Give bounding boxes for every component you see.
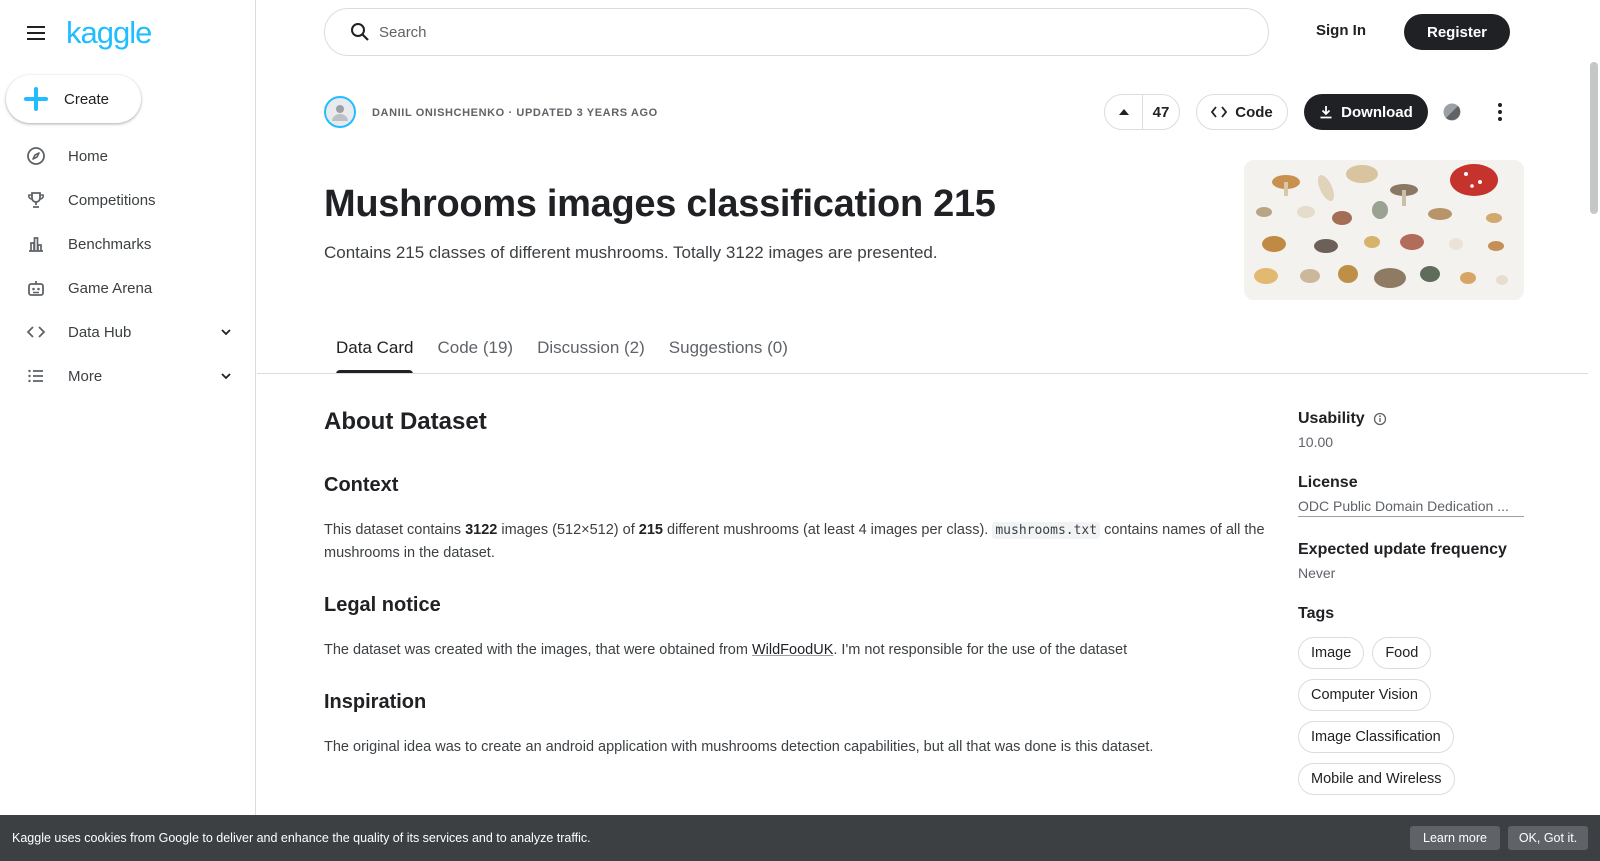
cookie-ok-button[interactable]: OK, Got it. (1508, 826, 1588, 850)
list-icon (26, 366, 46, 386)
learn-more-button[interactable]: Learn more (1410, 826, 1500, 850)
filename-code: mushrooms.txt (992, 522, 1101, 539)
download-icon (1320, 106, 1332, 119)
context-heading: Context (324, 474, 399, 496)
legal-heading: Legal notice (324, 594, 441, 616)
dataset-cover-image (1244, 160, 1524, 300)
code-button[interactable]: Code (1196, 94, 1288, 130)
upvote-button[interactable] (1105, 95, 1143, 129)
plus-icon (22, 85, 50, 113)
sidebar-item-more[interactable]: More (0, 354, 256, 398)
sidebar-item-home[interactable]: Home (0, 134, 256, 178)
user-avatar-icon (332, 105, 348, 121)
dataset-byline[interactable]: DANIIL ONISHCHENKO · UPDATED 3 YEARS AGO (372, 107, 658, 119)
legal-paragraph: The dataset was created with the images,… (324, 642, 1128, 658)
code-button-label: Code (1235, 103, 1273, 121)
sidebar-item-benchmarks[interactable]: Benchmarks (0, 222, 256, 266)
page-subtitle: Contains 215 classes of different mushro… (324, 243, 938, 262)
sidebar: kaggle Create Home Competitions Benchmar… (0, 0, 256, 861)
robot-icon (26, 278, 46, 298)
avatar[interactable] (324, 96, 356, 128)
trophy-icon (26, 190, 46, 210)
sidebar-item-label: Home (68, 147, 109, 165)
wildfooduk-link[interactable]: WildFoodUK (752, 642, 833, 658)
sidebar-nav: Home Competitions Benchmarks Game Arena … (0, 134, 256, 398)
chevron-down-icon[interactable] (218, 324, 234, 340)
caret-up-icon (1118, 109, 1129, 115)
tag-chip[interactable]: Food (1372, 637, 1432, 669)
page-title: Mushrooms images classification 215 (324, 183, 996, 225)
tag-list: Image Food Computer Vision Image Classif… (1298, 637, 1524, 795)
cookie-banner: Kaggle uses cookies from Google to deliv… (0, 815, 1600, 861)
tags-label: Tags (1298, 605, 1335, 622)
search-icon (351, 23, 369, 41)
sidebar-item-label: Data Hub (68, 323, 132, 341)
theme-toggle-icon[interactable] (1442, 102, 1462, 122)
page-scrollbar[interactable] (1590, 62, 1598, 214)
vote-count[interactable]: 47 (1143, 104, 1179, 121)
tag-chip[interactable]: Image Classification (1298, 721, 1454, 753)
code-brackets-icon (26, 322, 46, 342)
tab-data-card[interactable]: Data Card (336, 326, 414, 374)
hamburger-menu-icon[interactable] (24, 21, 48, 45)
dataset-metadata: Usability 10.00 License ODC Public Domai… (1298, 410, 1524, 795)
dataset-tabs: Data Card Code (19) Discussion (2) Sugge… (336, 326, 788, 374)
info-icon[interactable] (1373, 412, 1387, 426)
frequency-label: Expected update frequency (1298, 541, 1507, 558)
download-button-label: Download (1341, 103, 1413, 121)
sidebar-item-label: Benchmarks (68, 235, 152, 253)
license-label: License (1298, 474, 1358, 491)
sidebar-item-competitions[interactable]: Competitions (0, 178, 256, 222)
code-brackets-icon (1211, 106, 1228, 118)
tab-suggestions[interactable]: Suggestions (0) (669, 326, 788, 374)
tab-discussion[interactable]: Discussion (2) (537, 326, 645, 374)
inspiration-heading: Inspiration (324, 691, 427, 713)
frequency-value: Never (1298, 565, 1336, 581)
cookie-text: Kaggle uses cookies from Google to deliv… (12, 831, 591, 845)
license-link[interactable]: ODC Public Domain Dedication ... (1298, 498, 1524, 517)
sidebar-item-game-arena[interactable]: Game Arena (0, 266, 256, 310)
sidebar-item-label: More (68, 367, 103, 385)
tabs-divider (257, 373, 1588, 374)
sidebar-item-label: Game Arena (68, 279, 153, 297)
tag-chip[interactable]: Image (1298, 637, 1365, 669)
chevron-down-icon[interactable] (218, 368, 234, 384)
upvote-widget: 47 (1104, 94, 1180, 130)
class-count: 215 (638, 522, 663, 538)
brand: kaggle (24, 15, 152, 51)
sidebar-item-label: Competitions (68, 191, 156, 209)
usability-label: Usability (1298, 410, 1524, 428)
kaggle-logo[interactable]: kaggle (66, 15, 152, 51)
tag-chip[interactable]: Mobile and Wireless (1298, 763, 1455, 795)
sidebar-item-data-hub[interactable]: Data Hub (0, 310, 256, 354)
dataset-description: About Dataset Context This dataset conta… (324, 408, 1274, 758)
image-count: 3122 (465, 522, 498, 538)
download-button[interactable]: Download (1304, 94, 1428, 130)
search-input[interactable] (379, 23, 1179, 41)
tag-chip[interactable]: Computer Vision (1298, 679, 1431, 711)
compass-icon (26, 146, 46, 166)
inspiration-paragraph: The original idea was to create an andro… (324, 739, 1154, 755)
tab-code[interactable]: Code (19) (437, 326, 513, 374)
about-heading: About Dataset (324, 408, 487, 435)
sign-in-button[interactable]: Sign In (1316, 22, 1366, 39)
context-paragraph: This dataset contains 3122 images (512×5… (324, 522, 1265, 561)
bar-chart-icon (26, 234, 46, 254)
create-label: Create (64, 90, 110, 108)
create-button[interactable]: Create (6, 75, 141, 123)
search-bar[interactable] (324, 8, 1269, 56)
usability-value: 10.00 (1298, 434, 1334, 450)
register-button[interactable]: Register (1404, 14, 1510, 50)
more-options-icon[interactable] (1494, 101, 1506, 123)
